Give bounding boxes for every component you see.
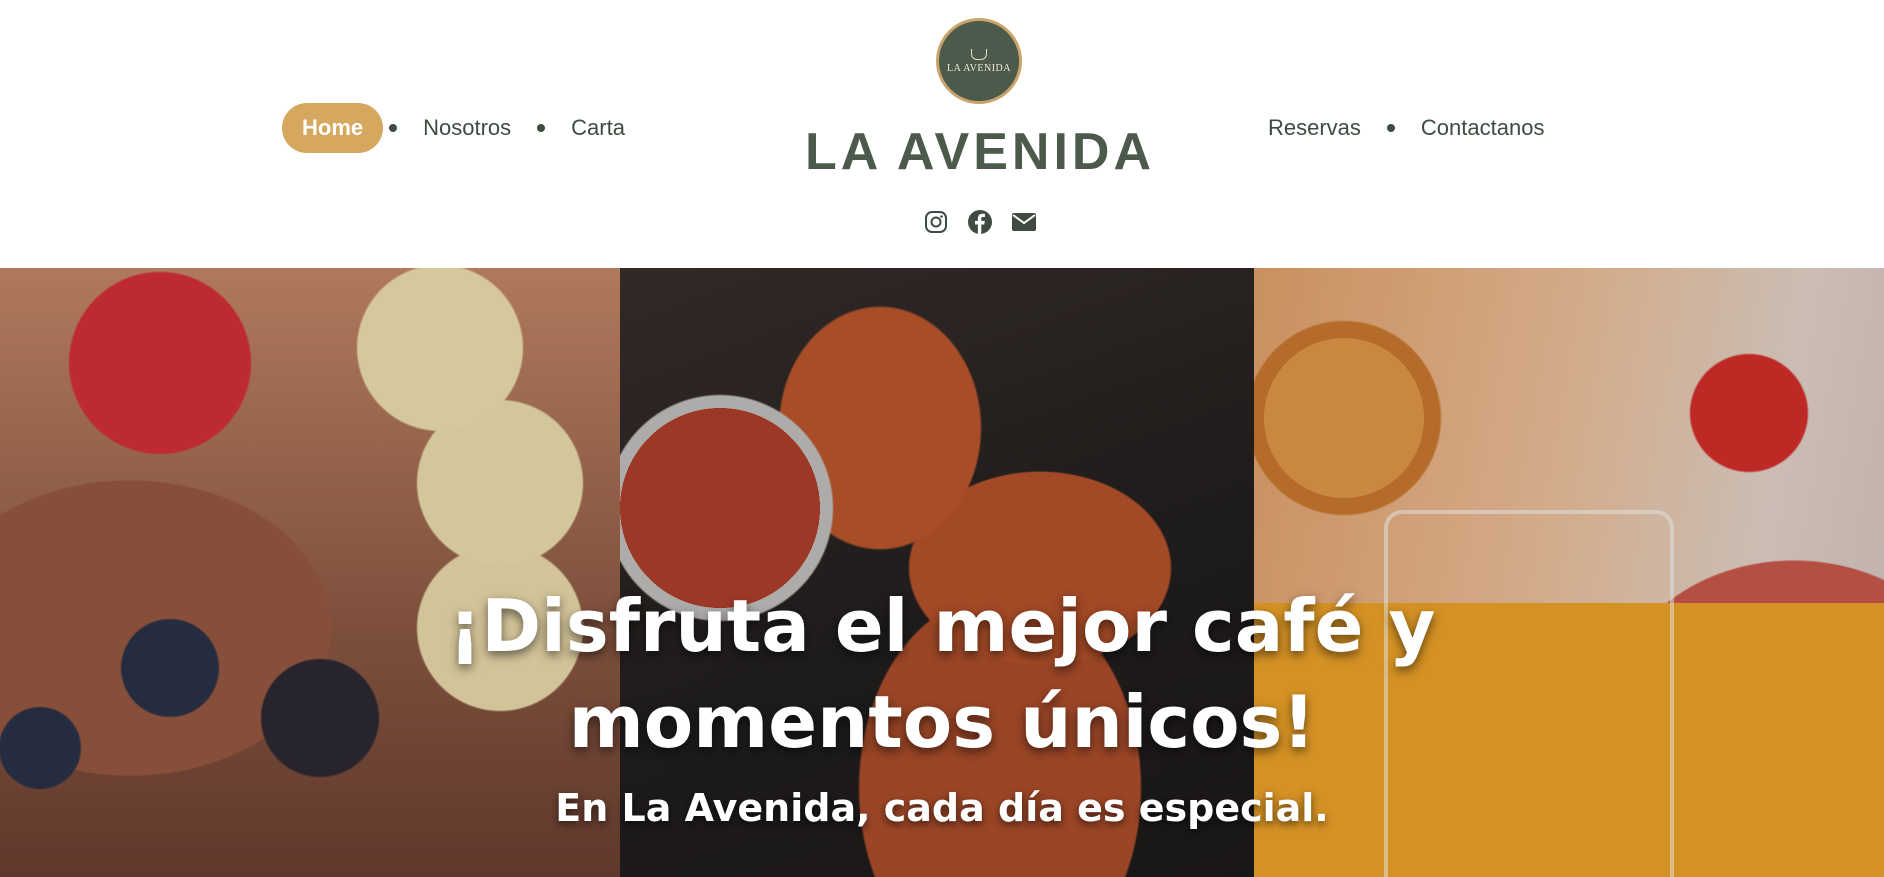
nav-separator-dot [389,124,398,132]
hero-headline: ¡Disfruta el mejor café y momentos único… [300,578,1584,770]
site-header: Home Nosotros Carta LA AVENIDA LA AVENID… [0,0,1884,268]
nav-nosotros-link[interactable]: Nosotros [403,103,531,153]
social-links [922,208,1038,236]
nav-right: Reservas Contactanos [1248,103,1564,153]
nav-contactanos-link[interactable]: Contactanos [1401,103,1565,153]
logo-text: LA AVENIDA [947,62,1011,74]
hero-subheadline: En La Avenida, cada día es especial. [555,786,1329,830]
hero-headline-line1: ¡Disfruta el mejor café y [448,584,1436,668]
nav-carta-link[interactable]: Carta [551,103,645,153]
hero-headline-line2: momentos únicos! [568,680,1316,764]
logo-badge[interactable]: LA AVENIDA [936,18,1022,104]
nav-left: Home Nosotros Carta [282,103,645,153]
nav-home-link[interactable]: Home [282,103,384,153]
facebook-icon[interactable] [966,208,994,236]
nav-reservas-link[interactable]: Reservas [1248,103,1381,153]
coffee-cup-icon [971,48,987,60]
nav-separator-dot [537,124,546,132]
instagram-icon[interactable] [922,208,950,236]
brand-name: LA AVENIDA [804,123,1156,181]
nav-separator-dot [1386,124,1395,132]
email-icon[interactable] [1010,208,1038,236]
